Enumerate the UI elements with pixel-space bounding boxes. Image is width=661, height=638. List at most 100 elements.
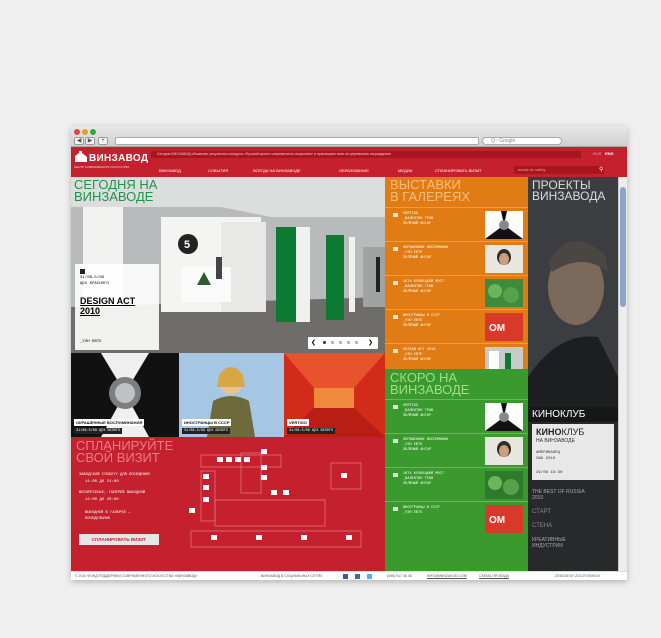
featured-event-card[interactable]: 31/08–5/09 ЦЕХ КРАСНОГО DESIGN ACT 2010 …: [75, 264, 159, 350]
svg-text:5: 5: [184, 239, 190, 251]
event-title[interactable]: DESIGN ACT 2010: [80, 296, 140, 316]
minimize-window-button[interactable]: [82, 129, 88, 135]
gallery-item-text: VERTIGO _ВАЛЕНТИН ТРАВ ЗЕЛЁНЫЙ АНГАР: [403, 212, 434, 226]
plan-visit-title: СПЛАНИРУЙТЕ СВОЙ ВИЗИТ: [76, 438, 174, 465]
today-title: СЕГОДНЯ НА ВИНЗАВОДЕ: [74, 177, 158, 204]
project-link-best-of-russia[interactable]: THE BEST OF RUSSIA 2010: [532, 489, 592, 501]
menu-item-education[interactable]: ОБРАЗОВАНИЕ: [339, 168, 369, 173]
browser-search-field[interactable]: Q~ Google: [482, 137, 562, 145]
footer-phone: (495) 917 46 46: [387, 574, 412, 578]
gallery-item[interactable]: VERTIGO _ВАЛЕНТИН ТРАВ ЗЕЛЁНЫЙ АНГАР: [385, 207, 528, 241]
thumb-date: 31/08–5/09 ЦЕХ БЕЛОГО: [182, 428, 231, 434]
slide-dot-1[interactable]: [323, 341, 326, 344]
slide-dot-4[interactable]: [347, 341, 350, 344]
site-search-input[interactable]: поиск по сайту: [514, 166, 604, 174]
news-ticker[interactable]: Сегодня ВИНЗАВОД объявляет результаты ко…: [151, 151, 581, 158]
footer-directions-link[interactable]: СХЕМА ПРОЕЗДА: [479, 572, 509, 580]
galleries-section: ВЫСТАВКИ В ГАЛЕРЕЯХ VERTIGO _ВАЛЕНТИН ТР…: [385, 177, 528, 375]
soon-item[interactable]: 1974 КУЗНЕЦКИЙ МОСТ _ВАЛЕНТИН ТРАВ ЗЕЛЁН…: [385, 467, 528, 501]
thumb-caption: ОКРАШЕННЫЕ ВОСПОМИНАНИЯ: [74, 419, 145, 426]
soon-item[interactable]: VERTIGO _ВАЛЕНТИН ТРАВ ЗЕЛЁНЫЙ АНГАР: [385, 399, 528, 433]
back-button[interactable]: ◀: [74, 137, 84, 145]
thumb-caption: ИНОСТРАНЦЫ В СССР: [182, 419, 232, 426]
list-bullet-icon: [393, 405, 398, 409]
svg-text:ОМ: ОМ: [489, 515, 505, 526]
main-column: 5 СЕГОДНЯ НА ВИНЗАВОДЕ 31/08–5/09 ЦЕХ КР…: [71, 177, 385, 571]
project-link-creative[interactable]: КРЕАТИВНЫЕ ИНДУСТРИИ: [532, 537, 592, 549]
film-year: США 2010: [536, 457, 556, 461]
address-bar[interactable]: [115, 137, 479, 145]
menu-item-events[interactable]: СОБЫТИЯ: [208, 168, 228, 173]
slide-dot-2[interactable]: [331, 341, 334, 344]
page-scrollbar[interactable]: [618, 177, 627, 571]
factory-logo-icon: [75, 151, 87, 162]
site-logo[interactable]: ВИНЗАВОД: [89, 153, 148, 164]
prev-slide-icon[interactable]: ❮: [311, 339, 316, 346]
facebook-icon[interactable]: [343, 574, 348, 579]
site-map-diagram[interactable]: [181, 445, 371, 565]
next-slide-icon[interactable]: ❯: [368, 339, 373, 346]
close-window-button[interactable]: [74, 129, 80, 135]
livejournal-icon[interactable]: [355, 574, 360, 579]
portrait-thumb: [485, 245, 523, 273]
event-thumbnails: ОКРАШЕННЫЕ ВОСПОМИНАНИЯ 31/08–5/09 ЦЕХ Б…: [71, 353, 385, 437]
footer-email-link[interactable]: INFO@WINZAVOD.COM: [427, 572, 467, 580]
portrait-thumb: [485, 437, 523, 465]
closed-day: ВЫХОДНОЙ В ГАЛЕРЕЕ — ПОНЕДЕЛЬНИК: [85, 511, 131, 521]
menu-item-media[interactable]: МЕДИА: [398, 168, 412, 173]
kinoclub-subtitle: НА ВИНЗАВОДЕ: [536, 438, 575, 444]
scrollbar-thumb[interactable]: [620, 187, 626, 307]
hours-weekday-label: ЗАВОДСКОЙ СУББОТУ ДЛЯ ПОСЕЩЕНИЯ: [79, 473, 150, 477]
today-hero[interactable]: 5 СЕГОДНЯ НА ВИНЗАВОДЕ 31/08–5/09 ЦЕХ КР…: [71, 177, 385, 353]
logo-subtitle: ЦЕНТР СОВРЕМЕННОГО ИСКУССТВА: [74, 165, 130, 169]
list-bullet-icon: [393, 507, 398, 511]
add-bookmark-button[interactable]: +: [98, 137, 108, 145]
soon-item[interactable]: ИНОСТРАНЦЫ В СССР _УЗН ЕВТЕ ОМ: [385, 501, 528, 535]
soon-item-text: 1974 КУЗНЕЦКИЙ МОСТ _ВАЛЕНТИН ТРАВ ЗЕЛЁН…: [403, 472, 444, 486]
soon-section: СКОРО НА ВИНЗАВОДЕ VERTIGO _ВАЛЕНТИН ТРА…: [385, 369, 528, 571]
project-link-start[interactable]: СТАРТ: [532, 509, 551, 515]
site-footer: © 2010 ФОНД ПОДДЕРЖКИ СОВРЕМЕННОГО ИСКУС…: [71, 571, 627, 580]
browser-toolbar: ◀ ▶ + Q~ Google: [71, 126, 627, 147]
menu-item-vinzavod[interactable]: ВИНЗАВОД: [159, 168, 181, 173]
project-link-wall[interactable]: СТЕНА: [532, 523, 552, 529]
plan-visit-button[interactable]: СПЛАНИРОВАТЬ ВИЗИТ: [79, 534, 159, 545]
gallery-item[interactable]: 1974 КУЗНЕЦКИЙ МОСТ _ВАЛЕНТИН ТРАВ ЗЕЛЁН…: [385, 275, 528, 309]
forward-button[interactable]: ▶: [85, 137, 95, 145]
event-author[interactable]: _УЗН ЕВТЕ: [80, 340, 102, 344]
slide-dot-3[interactable]: [339, 341, 342, 344]
thumb-foreigners-ussr[interactable]: ИНОСТРАНЦЫ В СССР 31/08–5/09 ЦЕХ БЕЛОГО: [179, 353, 284, 437]
menu-item-always[interactable]: ВСЕГДА НА ВИНЗАВОДЕ: [253, 168, 301, 173]
svg-text:ОМ: ОМ: [489, 323, 505, 334]
slide-dot-5[interactable]: [355, 341, 358, 344]
twitter-icon[interactable]: [367, 574, 372, 579]
menu-item-plan-visit[interactable]: СПЛАНИРОВАТЬ ВИЗИТ: [435, 168, 482, 173]
red-poster-thumb: ОМ: [485, 505, 523, 533]
vertigo-thumb: [485, 211, 523, 239]
hours-sunday-label: ВОСКРЕСЕНЬЕ, ГАЛЕРЕЙ ВЫХОДНОЙ: [79, 491, 146, 495]
thumb-painted-memories[interactable]: ОКРАШЕННЫЕ ВОСПОМИНАНИЯ 31/08–5/09 ЦЕХ Б…: [71, 353, 179, 437]
slider-controls: ❮ ❯: [308, 337, 378, 349]
search-icon[interactable]: ⚲: [599, 166, 603, 173]
plan-visit-section: СПЛАНИРУЙТЕ СВОЙ ВИЗИТ ЗАВОДСКОЙ СУББОТУ…: [71, 437, 385, 571]
website: ВИНЗАВОД ЦЕНТР СОВРЕМЕННОГО ИСКУССТВА Се…: [71, 147, 627, 580]
list-bullet-icon: [393, 247, 398, 251]
projects-column: ПРОЕКТЫ ВИНЗАВОДА КИНОКЛУБ КИНОКЛУБ НА В…: [528, 177, 618, 571]
soon-item[interactable]: ОКРАШЕННЫЕ ВОСПОМИНАН _УЗН ЕВТЕ ЗЕЛЁНЫЙ …: [385, 433, 528, 467]
kinoclub-card[interactable]: КИНОКЛУБ НА ВИНЗАВОДЕ АМЕРИКАНЕЦ США 201…: [532, 424, 614, 480]
footer-credit[interactable]: DESIGN BY ZOLOTONIKOV: [555, 572, 600, 580]
lang-ru-link[interactable]: RUS: [593, 151, 601, 156]
film-title: АМЕРИКАНЕЦ: [536, 451, 561, 455]
gallery-item[interactable]: ОКРАШЕННЫЕ ВОСПОМИНАН _УЗН ЕВТЕ ЗЕЛЁНЫЙ …: [385, 241, 528, 275]
kinoclub-logo: КИНОКЛУБ: [536, 427, 585, 437]
maximize-window-button[interactable]: [90, 129, 96, 135]
film-showtime: 29/08 19:30: [536, 471, 563, 475]
thumb-vertigo[interactable]: VERTIGO 31/08–5/09 ЦЕХ БЕЛОГО: [284, 353, 385, 437]
list-bullet-icon: [393, 281, 398, 285]
list-bullet-icon: [393, 213, 398, 217]
event-icon: [80, 269, 85, 274]
gallery-item[interactable]: ИНОСТРАНЦЫ В СССР _УЗН ЕВТЕ ЗЕЛЁНЫЙ АНГА…: [385, 309, 528, 343]
galleries-title: ВЫСТАВКИ В ГАЛЕРЕЯХ: [390, 177, 471, 204]
kinoclub-banner[interactable]: КИНОКЛУБ: [528, 407, 618, 422]
lang-en-link[interactable]: ENG: [605, 151, 614, 156]
